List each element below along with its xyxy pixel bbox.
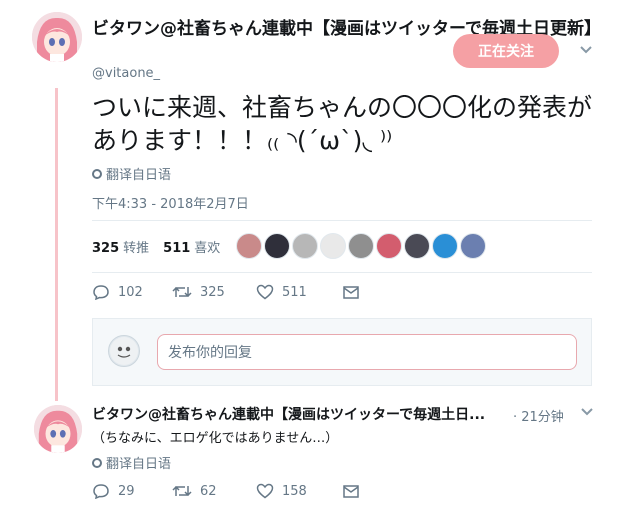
likes-stat[interactable]: 511 喜欢 xyxy=(163,237,220,256)
liker-avatar[interactable] xyxy=(404,233,430,259)
thread-line xyxy=(55,88,58,401)
handle[interactable]: @vitaone_ xyxy=(92,66,160,81)
timestamp[interactable]: 下午4:33 - 2018年2月7日 xyxy=(92,193,249,212)
translate-link[interactable]: 翻译自日语 xyxy=(92,453,171,472)
reply-display-name[interactable]: ビタワン@社畜ちゃん連載中【漫画はツイッターで毎週土日... xyxy=(92,404,512,424)
retweet-button[interactable]: 62 xyxy=(172,483,256,499)
tweet-stats: 325 转推 511 喜欢 xyxy=(92,237,220,256)
message-button[interactable] xyxy=(342,284,360,300)
retweets-label: 转推 xyxy=(123,241,150,256)
like-button[interactable]: 511 xyxy=(256,284,342,300)
like-count: 158 xyxy=(282,483,307,499)
liker-avatar[interactable] xyxy=(376,233,402,259)
retweet-icon xyxy=(172,284,192,300)
translate-label: 翻译自日语 xyxy=(106,168,172,183)
reply-actions: 29 62 158 xyxy=(92,483,360,499)
chevron-down-icon[interactable] xyxy=(579,43,593,59)
liker-avatar[interactable] xyxy=(292,233,318,259)
liker-avatar[interactable] xyxy=(432,233,458,259)
reply-icon xyxy=(92,483,110,499)
translate-label: 翻译自日语 xyxy=(106,457,172,472)
reply-timestamp[interactable]: · 21分钟 xyxy=(513,406,564,425)
tweet-text: ついに来週、社畜ちゃんの〇〇〇化の発表があります！！！₍₍ ◝(´ω`)◟ ⁾⁾ xyxy=(92,93,593,155)
retweet-count: 325 xyxy=(200,284,225,300)
reply-button[interactable]: 102 xyxy=(92,284,172,300)
globe-icon xyxy=(92,168,102,179)
chevron-down-icon[interactable] xyxy=(580,405,594,421)
reply-count: 102 xyxy=(118,284,143,300)
envelope-icon xyxy=(342,483,360,499)
envelope-icon xyxy=(342,284,360,300)
reply-button[interactable]: 29 xyxy=(92,483,172,499)
retweets-count: 325 xyxy=(92,241,120,256)
tweet-actions: 102 325 511 xyxy=(92,284,360,300)
translate-link[interactable]: 翻译自日语 xyxy=(92,164,171,183)
heart-icon xyxy=(256,284,274,300)
message-button[interactable] xyxy=(342,483,360,499)
retweet-icon xyxy=(172,483,192,499)
retweet-count: 62 xyxy=(200,483,217,499)
globe-icon xyxy=(92,457,102,468)
likes-label: 喜欢 xyxy=(194,241,221,256)
likers-avatars xyxy=(236,233,486,259)
likes-count: 511 xyxy=(163,241,191,256)
reply-input[interactable]: 发布你的回复 xyxy=(157,334,577,370)
user-avatar[interactable] xyxy=(108,335,140,367)
reply-composer: 发布你的回复 xyxy=(92,318,592,386)
liker-avatar[interactable] xyxy=(348,233,374,259)
heart-icon xyxy=(256,483,274,499)
like-count: 511 xyxy=(282,284,307,300)
avatar[interactable] xyxy=(34,405,82,453)
divider xyxy=(92,272,592,273)
divider xyxy=(92,220,592,221)
like-button[interactable]: 158 xyxy=(256,483,342,499)
retweets-stat[interactable]: 325 转推 xyxy=(92,237,149,256)
reply-icon xyxy=(92,284,110,300)
reply-text: （ちなみに、エロゲ化ではありません…） xyxy=(92,431,339,446)
avatar[interactable] xyxy=(32,12,82,62)
following-button[interactable]: 正在关注 xyxy=(453,34,559,68)
liker-avatar[interactable] xyxy=(236,233,262,259)
retweet-button[interactable]: 325 xyxy=(172,284,256,300)
reply-count: 29 xyxy=(118,483,135,499)
liker-avatar[interactable] xyxy=(320,233,346,259)
liker-avatar[interactable] xyxy=(264,233,290,259)
liker-avatar[interactable] xyxy=(460,233,486,259)
